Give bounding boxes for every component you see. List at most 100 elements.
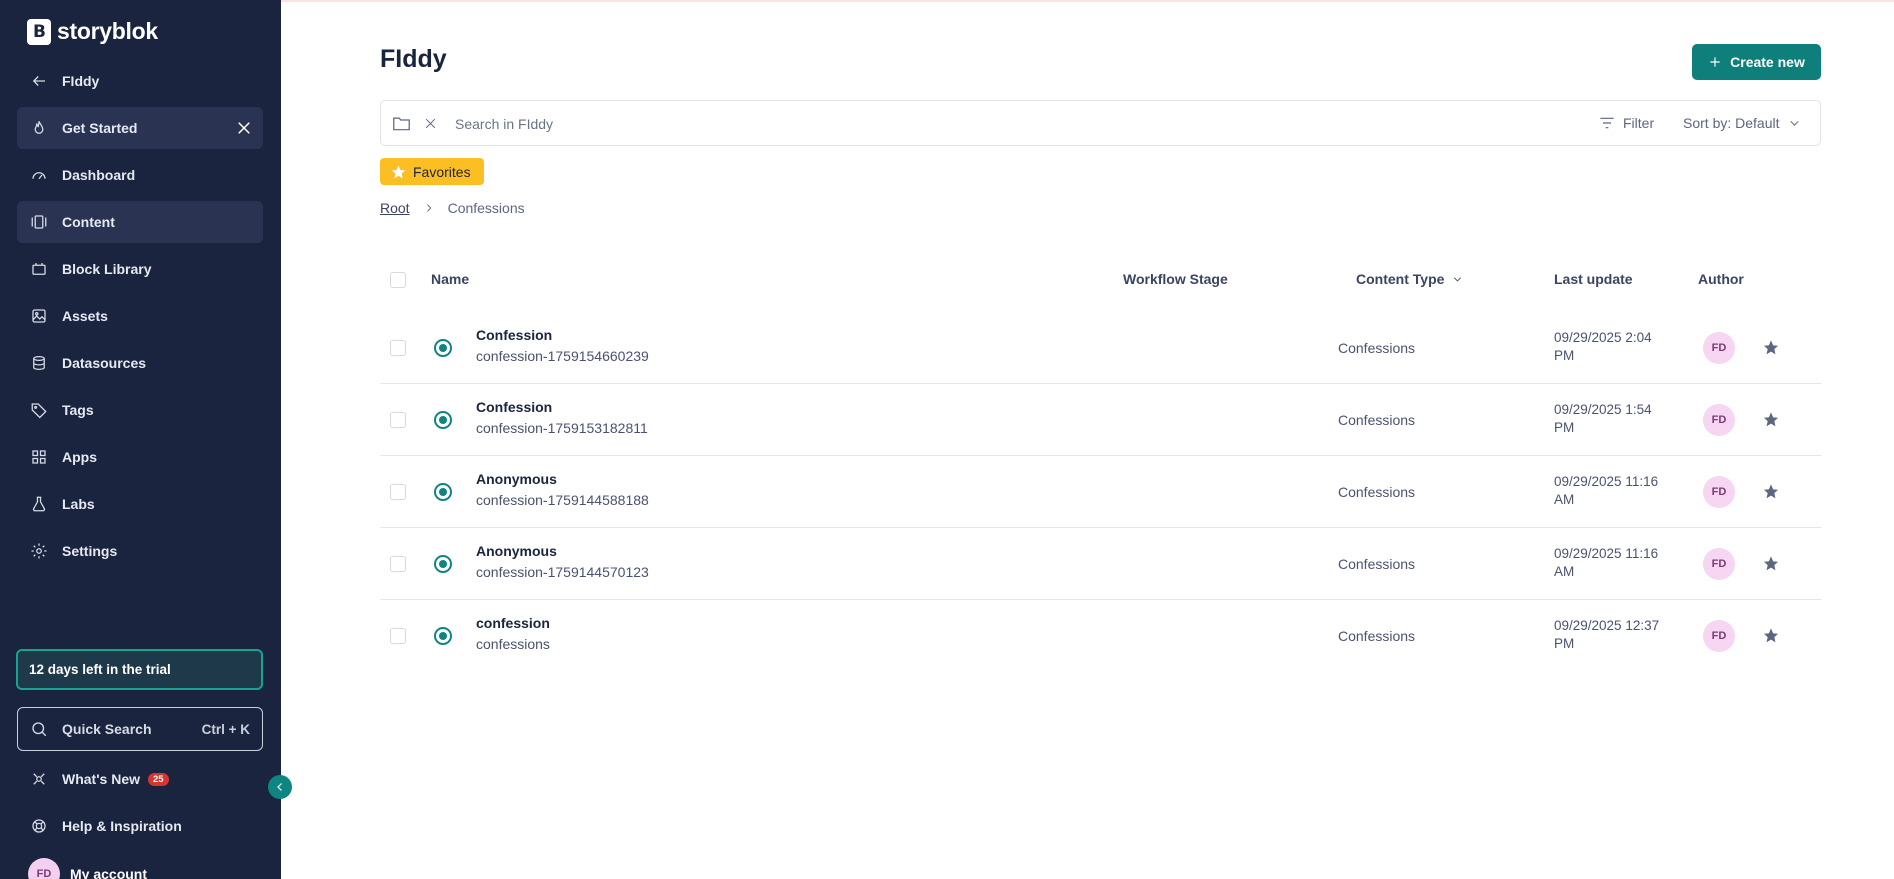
row-name[interactable]: Anonymous <box>476 471 557 487</box>
chevron-down-icon <box>1789 120 1799 126</box>
sidebar-item-whats-new[interactable]: What's New 25 <box>17 758 263 800</box>
sidebar-item-content[interactable]: Content <box>17 201 263 243</box>
chevron-right-icon <box>426 204 431 212</box>
column-last-update[interactable]: Last update <box>1554 271 1633 287</box>
row-slug: confessions <box>476 636 550 652</box>
row-name[interactable]: confession <box>476 615 550 631</box>
star-icon[interactable] <box>1762 411 1780 428</box>
filter-button[interactable]: Filter <box>1599 115 1654 131</box>
row-last-update-line1: 09/29/2025 1:54 <box>1554 402 1652 417</box>
quick-search-shortcut: Ctrl + K <box>201 721 250 737</box>
favorites-label: Favorites <box>413 163 471 180</box>
sidebar-item-apps[interactable]: Apps <box>17 436 263 478</box>
row-author-avatar: FD <box>1703 404 1735 436</box>
published-status-icon <box>434 483 452 501</box>
row-content-type: Confessions <box>1338 412 1416 428</box>
close-icon <box>238 122 250 134</box>
sidebar-item-settings[interactable]: Settings <box>17 530 263 572</box>
back-label: FIddy <box>62 73 100 89</box>
row-last-update: 09/29/2025 2:04 PM <box>1554 329 1672 365</box>
my-account[interactable]: FD My account <box>28 858 147 879</box>
published-status-icon <box>434 627 452 645</box>
favorites-filter-chip[interactable]: Favorites <box>380 158 484 185</box>
quick-search-button[interactable]: Quick Search Ctrl + K <box>17 707 263 751</box>
tag-icon <box>31 403 47 419</box>
row-checkbox[interactable] <box>390 412 406 428</box>
table-row[interactable]: confession confessions Confessions 09/29… <box>380 600 1821 672</box>
column-author: Author <box>1698 271 1744 287</box>
search-icon <box>32 722 47 737</box>
breadcrumb-current: Confessions <box>447 200 525 216</box>
table-row[interactable]: Anonymous confession-1759144588188 Confe… <box>380 456 1821 528</box>
row-author-avatar: FD <box>1703 332 1735 364</box>
published-status-icon <box>434 411 452 429</box>
avatar: FD <box>28 858 60 879</box>
sidebar-item-get-started[interactable]: Get Started <box>17 107 263 149</box>
row-author-avatar: FD <box>1703 476 1735 508</box>
sidebar-item-assets[interactable]: Assets <box>17 295 263 337</box>
row-checkbox[interactable] <box>390 556 406 572</box>
content-icon <box>31 215 47 229</box>
folder-icon[interactable] <box>392 115 411 132</box>
table-row[interactable]: Anonymous confession-1759144570123 Confe… <box>380 528 1821 600</box>
sort-dropdown[interactable]: Sort by: Default <box>1683 115 1801 131</box>
star-icon[interactable] <box>1762 339 1780 356</box>
close-get-started-button[interactable] <box>235 119 253 137</box>
table-header: Name Workflow Stage Content Type Last up… <box>380 268 1821 292</box>
close-icon[interactable] <box>424 117 437 130</box>
sidebar-item-label: Block Library <box>62 261 152 277</box>
row-last-update-line2: AM <box>1554 492 1575 507</box>
column-content-type[interactable]: Content Type <box>1356 271 1463 287</box>
block-icon <box>32 263 46 275</box>
star-icon[interactable] <box>1762 483 1780 500</box>
filter-label: Filter <box>1623 115 1655 131</box>
flame-icon <box>34 121 44 134</box>
page-title: FIddy <box>380 45 447 73</box>
sidebar-item-datasources[interactable]: Datasources <box>17 342 263 384</box>
row-last-update-line2: PM <box>1554 420 1575 435</box>
column-name[interactable]: Name <box>431 271 469 287</box>
sidebar-item-labs[interactable]: Labs <box>17 483 263 525</box>
plus-icon <box>1710 57 1720 67</box>
row-last-update-line2: AM <box>1554 564 1575 579</box>
row-content-type: Confessions <box>1338 484 1416 500</box>
storyblok-logo[interactable]: storyblok <box>27 18 158 45</box>
collapse-sidebar-button[interactable] <box>268 775 292 799</box>
trial-banner[interactable]: 12 days left in the trial <box>16 649 263 690</box>
row-last-update: 09/29/2025 12:37 PM <box>1554 617 1672 653</box>
select-all-checkbox[interactable] <box>390 272 406 288</box>
sidebar-item-block-library[interactable]: Block Library <box>17 248 263 290</box>
star-icon[interactable] <box>1762 555 1780 572</box>
breadcrumb: Root Confessions <box>380 200 525 216</box>
row-name[interactable]: Confession <box>476 399 552 415</box>
row-name[interactable]: Anonymous <box>476 543 557 559</box>
row-last-update: 09/29/2025 11:16 AM <box>1554 473 1672 509</box>
logo-icon <box>27 18 51 45</box>
sidebar-item-help[interactable]: Help & Inspiration <box>17 805 263 847</box>
row-name[interactable]: Confession <box>476 327 552 343</box>
row-content-type: Confessions <box>1338 340 1416 356</box>
star-icon[interactable] <box>1762 627 1780 644</box>
breadcrumb-root-link[interactable]: Root <box>380 200 410 216</box>
row-content-type: Confessions <box>1338 556 1416 572</box>
sort-label: Sort by: Default <box>1683 115 1780 131</box>
search-input[interactable] <box>455 114 1355 134</box>
row-author-avatar: FD <box>1703 548 1735 580</box>
create-new-button[interactable]: Create new <box>1692 44 1821 80</box>
sidebar-item-label: Tags <box>62 402 94 418</box>
sidebar-item-dashboard[interactable]: Dashboard <box>17 154 263 196</box>
sidebar-item-label: Dashboard <box>62 167 136 183</box>
flask-icon <box>32 496 46 512</box>
database-icon <box>33 355 45 371</box>
sidebar-item-tags[interactable]: Tags <box>17 389 263 431</box>
row-checkbox[interactable] <box>390 628 406 644</box>
chevron-down-icon <box>1454 277 1462 282</box>
back-to-space[interactable]: FIddy <box>17 60 263 102</box>
table-row[interactable]: Confession confession-1759154660239 Conf… <box>380 312 1821 384</box>
satellite-icon <box>33 773 45 785</box>
row-checkbox[interactable] <box>390 484 406 500</box>
sidebar: storyblok FIddy Get Started Dashboard Co… <box>0 0 281 879</box>
table-row[interactable]: Confession confession-1759153182811 Conf… <box>380 384 1821 456</box>
chevron-left-icon <box>277 783 282 791</box>
row-checkbox[interactable] <box>390 340 406 356</box>
